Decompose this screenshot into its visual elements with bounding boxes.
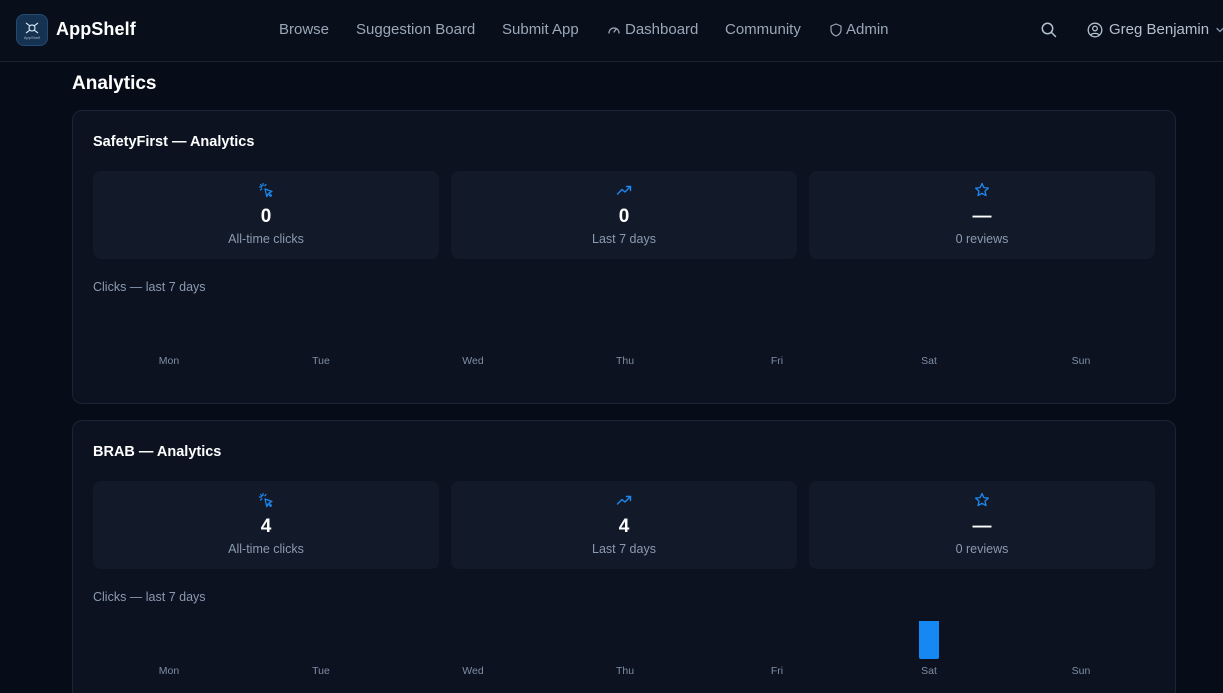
chart-tick-label: Mon: [159, 355, 180, 367]
stat-reviews: — 0 reviews: [809, 171, 1155, 259]
chart-caption: Clicks — last 7 days: [93, 280, 206, 294]
nav-link-label: Dashboard: [625, 21, 699, 38]
chart-tick-label: Sat: [921, 355, 937, 367]
bar-chart-svg: Mon Tue Wed Thu Fri Sat Sun: [159, 355, 1091, 367]
stat-value: —: [972, 516, 992, 537]
user-name: Greg Benjamin: [1109, 21, 1210, 38]
chart-tick-label: Wed: [462, 665, 484, 677]
chart-tick-label: Tue: [312, 355, 330, 367]
stat-label: 0 reviews: [955, 542, 1009, 556]
stat-all-time-clicks: 0 All-time clicks: [93, 171, 439, 259]
logo-caption: AppShelf: [23, 34, 41, 40]
trending-up-icon: [616, 185, 632, 195]
stat-label: Last 7 days: [592, 232, 656, 246]
analytics-card-brab: BRAB — Analytics 4 All-time clicks 4 Las…: [72, 420, 1176, 693]
gauge-icon: [608, 26, 620, 34]
search-icon: [1041, 22, 1057, 38]
chart-tick-label: Sun: [1072, 665, 1091, 677]
stat-last-7-days: 4 Last 7 days: [451, 481, 797, 569]
chart-tick-label: Tue: [312, 665, 330, 677]
stat-all-time-clicks: 4 All-time clicks: [93, 481, 439, 569]
clicks-chart: Mon Tue Wed Thu Fri Sat Sun: [93, 311, 1157, 371]
chart-tick-label: Thu: [616, 665, 634, 677]
star-icon: [974, 492, 990, 507]
nav-link-label: Browse: [279, 21, 330, 38]
brand-name[interactable]: AppShelf: [56, 19, 136, 40]
chart-tick-label: Fri: [771, 665, 783, 677]
nav-link-label: Community: [725, 21, 801, 38]
logo-mark-icon: [25, 22, 39, 33]
star-icon: [974, 182, 990, 197]
stat-label: All-time clicks: [228, 542, 304, 556]
cursor-click-icon: [258, 492, 273, 508]
nav-link-dashboard[interactable]: Dashboard: [607, 21, 698, 38]
search-button[interactable]: [1040, 21, 1058, 39]
cursor-click-icon: [258, 182, 273, 198]
stat-label: Last 7 days: [592, 542, 656, 556]
nav-link-community[interactable]: Community: [725, 21, 801, 38]
stat-value: 4: [260, 516, 272, 537]
trending-up-icon: [616, 495, 632, 505]
chart-tick-label: Wed: [462, 355, 484, 367]
bar-chart-svg: Mon Tue Wed Thu Fri Sat Sun: [159, 621, 1091, 677]
stat-value: 4: [618, 516, 630, 537]
stat-label: 0 reviews: [955, 232, 1009, 246]
analytics-card-safetyfirst: SafetyFirst — Analytics 0 All-time click…: [72, 110, 1176, 404]
top-navbar: AppShelf AppShelf Browse Suggestion Boar…: [0, 0, 1223, 62]
app-logo[interactable]: AppShelf: [16, 14, 48, 46]
stat-reviews: — 0 reviews: [809, 481, 1155, 569]
nav-link-submit-app[interactable]: Submit App: [502, 21, 579, 38]
chart-tick-label: Mon: [159, 665, 180, 677]
stat-value: —: [972, 206, 992, 227]
card-title: BRAB — Analytics: [93, 444, 222, 460]
chart-tick-label: Sun: [1072, 355, 1091, 367]
chart-bar-sat[interactable]: [919, 621, 939, 659]
page-title: Analytics: [72, 73, 157, 94]
chart-tick-label: Sat: [921, 665, 937, 677]
shield-icon: [830, 22, 842, 37]
nav-link-admin[interactable]: Admin: [830, 21, 889, 38]
nav-link-label: Submit App: [502, 21, 579, 38]
stat-value: 0: [260, 206, 272, 227]
nav-link-suggestion-board[interactable]: Suggestion Board: [356, 21, 475, 38]
chart-tick-label: Fri: [771, 355, 783, 367]
stat-label: All-time clicks: [228, 232, 304, 246]
nav-link-label: Suggestion Board: [356, 21, 476, 38]
chevron-down-icon: [1216, 27, 1223, 32]
stat-last-7-days: 0 Last 7 days: [451, 171, 797, 259]
user-circle-icon: [1087, 22, 1103, 37]
user-menu[interactable]: Greg Benjamin: [1087, 21, 1223, 38]
chart-tick-label: Thu: [616, 355, 634, 367]
stat-value: 0: [618, 206, 630, 227]
chart-caption: Clicks — last 7 days: [93, 590, 206, 604]
nav-link-label: Admin: [846, 21, 889, 38]
nav-link-browse[interactable]: Browse: [279, 21, 329, 38]
clicks-chart: Mon Tue Wed Thu Fri Sat Sun: [93, 621, 1157, 681]
card-title: SafetyFirst — Analytics: [93, 134, 255, 150]
